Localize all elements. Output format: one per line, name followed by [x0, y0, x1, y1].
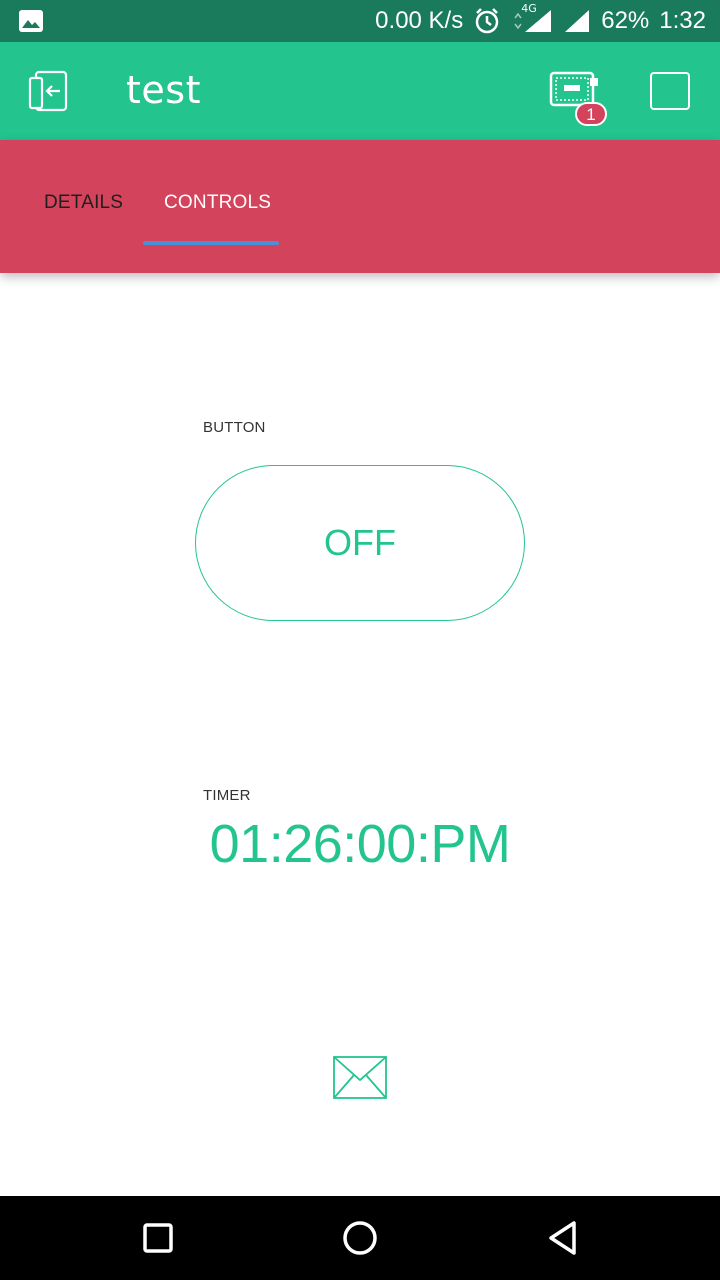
- network-type: 4G: [521, 2, 537, 15]
- net-speed: 0.00 K/s: [375, 7, 464, 34]
- square-icon[interactable]: [650, 72, 690, 110]
- tab-controls[interactable]: CONTROLS: [164, 192, 271, 214]
- home-icon[interactable]: [338, 1216, 382, 1260]
- network-signal: 4G: [511, 2, 553, 34]
- status-bar: 0.00 K/s 4G 62% 1:32: [0, 0, 720, 42]
- toggle-button[interactable]: OFF: [195, 465, 525, 621]
- mail-icon[interactable]: [333, 1056, 387, 1099]
- status-right: 0.00 K/s 4G 62% 1:32: [375, 0, 706, 42]
- app-bar: test: [0, 42, 720, 140]
- clock: 1:32: [659, 7, 706, 34]
- back-icon[interactable]: [542, 1216, 586, 1260]
- recent-apps-icon[interactable]: [136, 1216, 180, 1260]
- toggle-button-state: OFF: [324, 522, 396, 563]
- battery-level: 62%: [601, 7, 650, 34]
- signal-icon: [563, 8, 591, 34]
- timer-value[interactable]: 01:26:00:PM: [0, 813, 720, 875]
- page-title: test: [126, 68, 201, 112]
- gallery-icon: [18, 9, 44, 33]
- back-icon[interactable]: [26, 70, 72, 114]
- tab-bar: DETAILS CONTROLS: [0, 140, 720, 273]
- button-widget-label: BUTTON: [203, 419, 266, 436]
- tab-indicator: [143, 241, 279, 245]
- timer-widget-label: TIMER: [203, 787, 251, 804]
- tab-details[interactable]: DETAILS: [44, 192, 123, 214]
- notification-badge: 1: [575, 102, 607, 126]
- navigation-bar: [0, 1196, 720, 1280]
- alarm-icon: [473, 7, 501, 35]
